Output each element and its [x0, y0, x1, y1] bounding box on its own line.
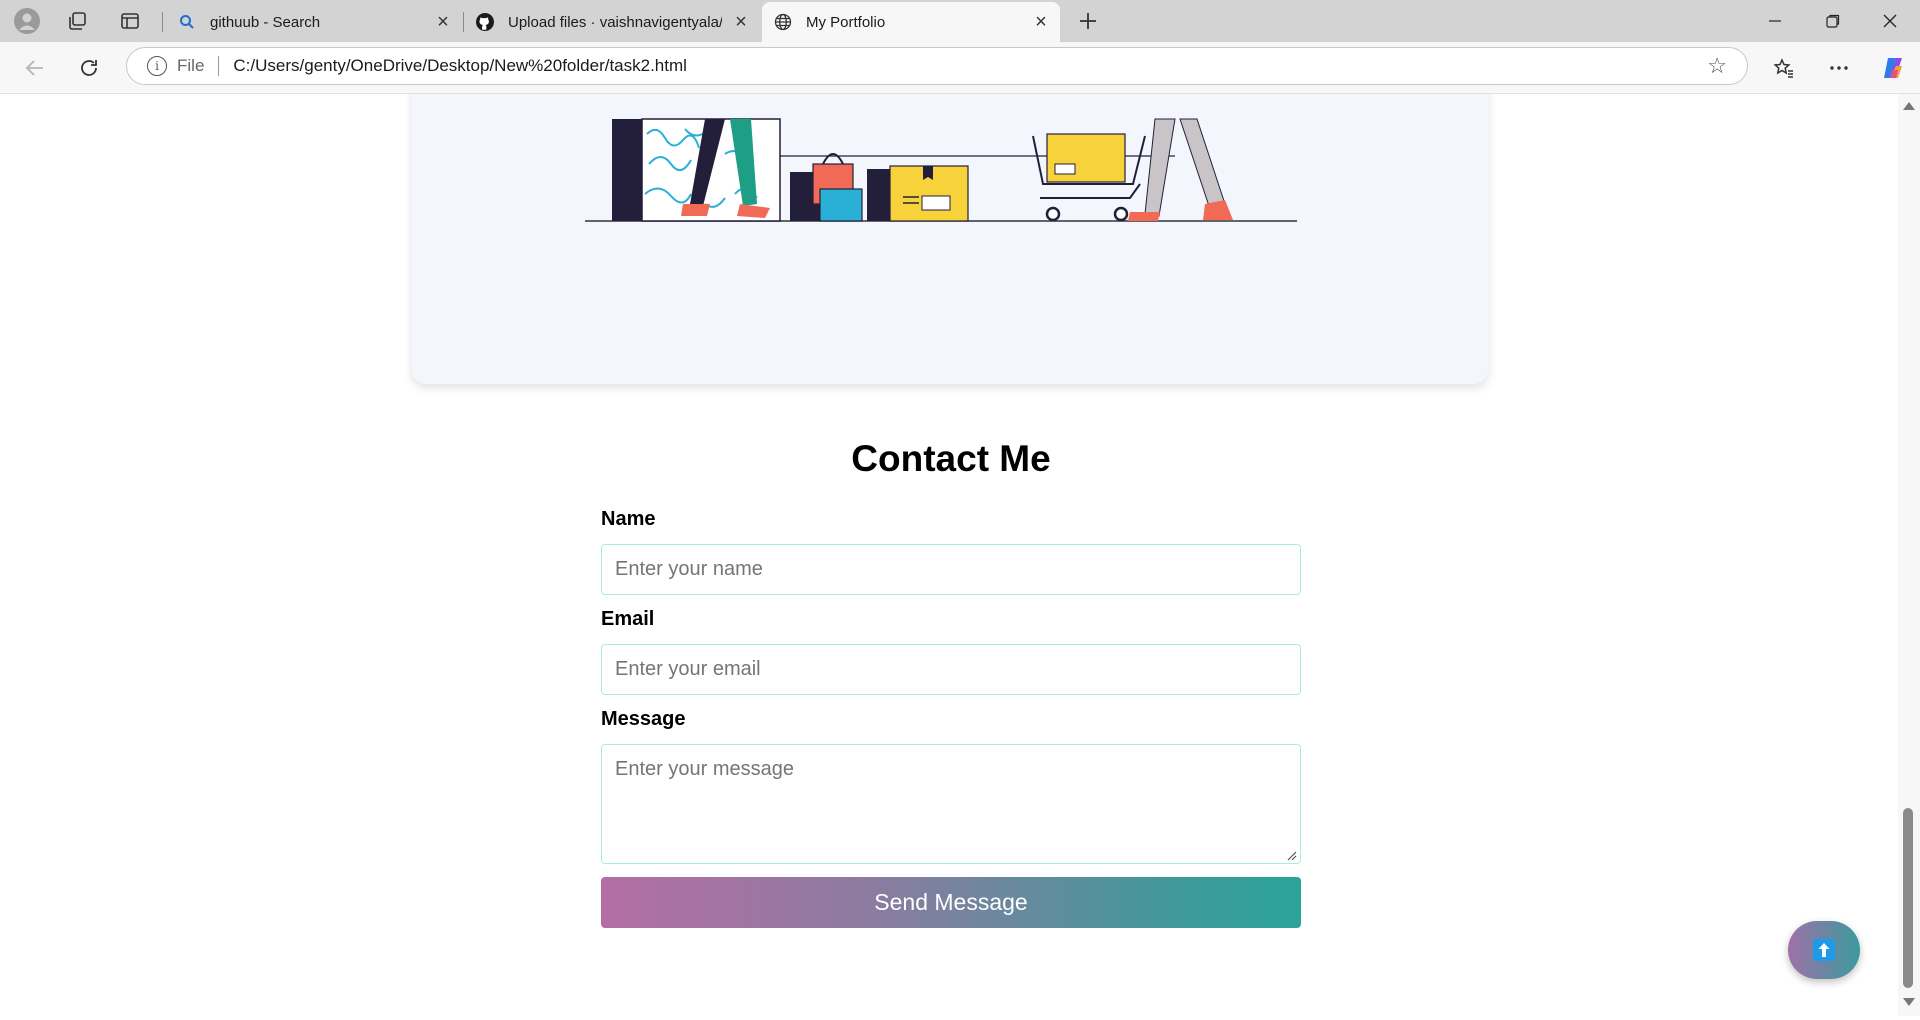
scroll-down-arrow-icon[interactable]: [1903, 998, 1915, 1006]
close-icon[interactable]: ×: [732, 12, 750, 32]
close-icon[interactable]: ×: [434, 12, 452, 32]
scroll-up-arrow-icon[interactable]: [1903, 102, 1915, 110]
address-bar[interactable]: i File C:/Users/genty/OneDrive/Desktop/N…: [126, 47, 1748, 85]
info-icon[interactable]: i: [147, 56, 167, 76]
scrollbar-thumb[interactable]: [1903, 808, 1913, 988]
url-text[interactable]: C:/Users/genty/OneDrive/Desktop/New%20fo…: [233, 56, 687, 76]
tab-separator: [162, 12, 163, 32]
email-input[interactable]: [601, 644, 1301, 695]
message-textarea[interactable]: [601, 744, 1301, 864]
collections-icon[interactable]: [64, 8, 90, 34]
project-card: [412, 94, 1488, 384]
back-arrow-icon[interactable]: [21, 54, 49, 82]
page-viewport: Contact Me Name Email Message Send Messa…: [6, 94, 1898, 1016]
tab-upload-files[interactable]: Upload files · vaishnavigentyala/W ×: [464, 2, 760, 42]
url-scheme: File: [177, 56, 205, 75]
github-icon: [476, 13, 494, 31]
refresh-icon[interactable]: [75, 54, 103, 82]
divider: [218, 56, 220, 76]
scroll-to-top-button[interactable]: [1788, 921, 1860, 979]
tab-bar: githuub - Search × Upload files · vaishn…: [0, 0, 1920, 42]
name-input[interactable]: [601, 544, 1301, 595]
search-icon: [178, 13, 196, 31]
copilot-icon[interactable]: [1879, 54, 1907, 82]
minimize-icon[interactable]: [1755, 6, 1795, 36]
page-scrollbar[interactable]: [1898, 94, 1920, 1016]
globe-icon: [774, 13, 792, 31]
tab-my-portfolio[interactable]: My Portfolio ×: [762, 2, 1060, 42]
message-label: Message: [601, 708, 686, 730]
close-window-icon[interactable]: [1870, 6, 1910, 36]
tab-github-search[interactable]: githuub - Search ×: [166, 2, 462, 42]
favorite-star-icon[interactable]: ☆: [1707, 55, 1727, 77]
tab-label: Upload files · vaishnavigentyala/W: [508, 13, 722, 31]
profile-avatar-icon[interactable]: [14, 8, 40, 34]
favorites-icon[interactable]: [1770, 54, 1798, 82]
address-toolbar: i File C:/Users/genty/OneDrive/Desktop/N…: [0, 42, 1920, 94]
email-label: Email: [601, 608, 655, 630]
resize-grip-icon[interactable]: [1287, 851, 1297, 861]
tab-label: My Portfolio: [806, 13, 886, 31]
shopping-illustration: [585, 118, 1297, 222]
name-label: Name: [601, 508, 656, 530]
arrow-up-icon: [1813, 939, 1835, 961]
send-message-button[interactable]: Send Message: [601, 877, 1301, 928]
contact-title: Contact Me: [851, 438, 1051, 479]
restore-icon[interactable]: [1813, 6, 1853, 36]
close-icon[interactable]: ×: [1032, 12, 1050, 32]
new-tab-icon[interactable]: [1075, 8, 1101, 34]
tab-label: githuub - Search: [210, 13, 321, 31]
more-options-icon[interactable]: [1825, 54, 1853, 82]
vertical-tabs-icon[interactable]: [117, 8, 143, 34]
